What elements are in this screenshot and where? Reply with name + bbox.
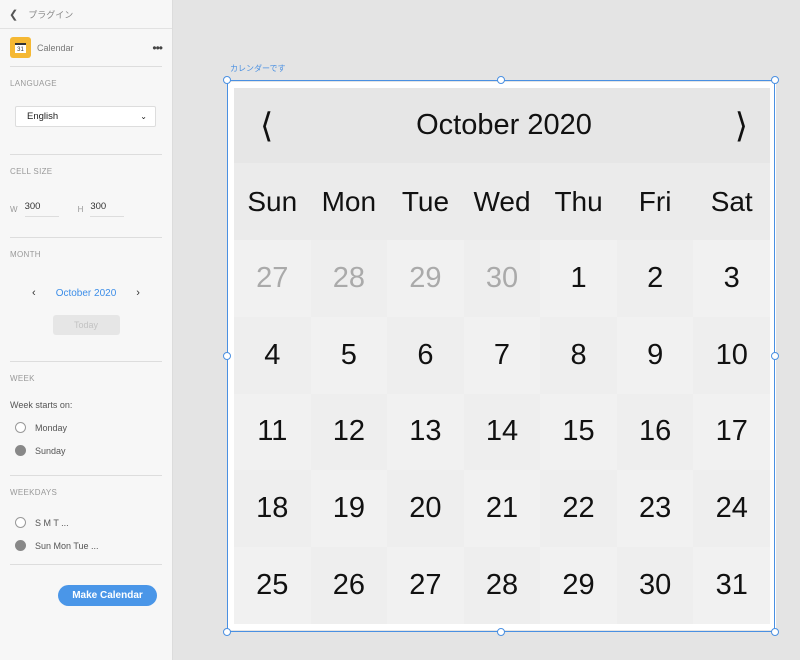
radio-long[interactable]: Sun Mon Tue ... xyxy=(10,540,162,551)
cell-size-section: CELL SIZE W 300 H 300 xyxy=(10,155,162,238)
day-cell: 10 xyxy=(693,316,770,394)
weekday-label: Fri xyxy=(638,185,672,217)
width-input[interactable]: 300 xyxy=(24,201,59,217)
chevron-left-icon: ⟨ xyxy=(260,106,274,145)
plugin-name: Calendar xyxy=(37,42,74,53)
radio-icon xyxy=(15,422,26,433)
radio-label: S M T ... xyxy=(35,517,69,528)
day-cell: 9 xyxy=(616,316,694,394)
radio-selected-icon xyxy=(15,445,26,456)
month-value: October 2020 xyxy=(55,287,117,299)
day-cell: 8 xyxy=(540,316,617,394)
day-cell: 18 xyxy=(234,470,311,548)
back-label[interactable]: プラグイン xyxy=(28,8,73,21)
day-cell: 24 xyxy=(693,470,770,548)
day-cell: 2 xyxy=(616,240,694,317)
day-cell: 11 xyxy=(234,393,311,471)
frame-caption[interactable]: カレンダーです xyxy=(230,63,286,74)
radio-label: Monday xyxy=(35,422,68,433)
radio-short[interactable]: S M T ... xyxy=(10,517,162,528)
back-chevron-icon[interactable]: ❮ xyxy=(9,8,18,21)
weekday-label: Tue xyxy=(401,185,450,217)
calendar-frame[interactable]: ⟨ October 2020 ⟩ Sun Mon Tue Wed Thu Fri Sat 2… xyxy=(228,82,776,630)
weekday-label: Sun xyxy=(247,185,298,217)
chevron-right-icon: ⟩ xyxy=(734,106,748,145)
weekday-row: Sun Mon Tue Wed Thu Fri Sat xyxy=(234,163,770,240)
day-cell: 6 xyxy=(387,316,464,394)
day-cell: 28 xyxy=(463,547,541,624)
radio-monday[interactable]: Monday xyxy=(10,422,162,433)
weekday-label: Mon xyxy=(321,185,377,217)
make-calendar-button[interactable]: Make Calendar xyxy=(58,585,157,606)
day-cell: 20 xyxy=(387,470,464,548)
height-label: H xyxy=(77,204,84,214)
calendar-icon-text: 31 xyxy=(15,43,26,53)
today-button[interactable]: Today xyxy=(52,315,120,335)
radio-selected-icon xyxy=(15,540,26,551)
language-title: LANGUAGE xyxy=(10,79,57,88)
weekday-label: Thu xyxy=(554,185,603,217)
day-cell: 1 xyxy=(540,240,617,317)
day-cell: 16 xyxy=(616,393,694,471)
day-cell: 4 xyxy=(234,316,311,394)
day-cell: 15 xyxy=(540,393,617,471)
weekdays-title: WEEKDAYS xyxy=(10,488,58,497)
day-cell-outside: 30 xyxy=(463,240,541,317)
week-section: WEEK Week starts on: Monday Sunday xyxy=(10,362,162,476)
calendar-header: ⟨ October 2020 ⟩ xyxy=(234,88,770,163)
day-cell: 22 xyxy=(540,470,617,548)
weekday-label: Sat xyxy=(710,185,753,217)
calendar-app-icon: 31 xyxy=(10,37,31,58)
day-cell: 23 xyxy=(616,470,694,548)
panel-header: ❮ プラグイン xyxy=(0,0,172,29)
language-value: English xyxy=(27,111,59,122)
day-cell: 21 xyxy=(463,470,541,548)
day-cell: 25 xyxy=(234,547,311,624)
plugin-row: 31 Calendar ••• xyxy=(10,29,163,67)
weekdays-section: WEEKDAYS S M T ... Sun Mon Tue ... xyxy=(10,476,162,565)
day-cell: 30 xyxy=(616,547,694,624)
day-cell-outside: 28 xyxy=(310,240,388,317)
height-input[interactable]: 300 xyxy=(90,201,125,217)
week-starts-label: Week starts on: xyxy=(10,400,73,410)
radio-label: Sunday xyxy=(35,445,66,456)
radio-label: Sun Mon Tue ... xyxy=(35,540,99,551)
cell-size-title: CELL SIZE xyxy=(10,167,53,176)
language-section: LANGUAGE English ⌄ xyxy=(10,67,162,155)
day-cell: 31 xyxy=(693,547,770,624)
month-title: MONTH xyxy=(10,250,41,259)
day-cell: 26 xyxy=(310,547,388,624)
day-cell: 14 xyxy=(463,393,541,471)
day-cell: 12 xyxy=(310,393,388,471)
radio-icon xyxy=(15,517,26,528)
day-cell: 29 xyxy=(540,547,617,624)
week-title: WEEK xyxy=(10,374,35,383)
day-cell: 27 xyxy=(387,547,464,624)
month-section: MONTH ‹ October 2020 › Today xyxy=(10,238,162,362)
day-cell: 3 xyxy=(693,240,770,317)
day-cell: 13 xyxy=(387,393,464,471)
calendar: ⟨ October 2020 ⟩ Sun Mon Tue Wed Thu Fri Sat 2… xyxy=(234,88,770,624)
day-cell: 17 xyxy=(693,393,770,471)
width-label: W xyxy=(10,204,18,214)
language-select[interactable]: English ⌄ xyxy=(15,106,156,127)
day-cell-outside: 27 xyxy=(234,240,311,317)
plugin-panel: ❮ プラグイン 31 Calendar ••• LANGUAGE English… xyxy=(0,0,173,660)
prev-month-icon[interactable]: ‹ xyxy=(32,287,36,299)
more-options-icon[interactable]: ••• xyxy=(152,41,163,55)
weekday-label: Wed xyxy=(473,185,531,217)
radio-sunday[interactable]: Sunday xyxy=(10,445,162,456)
next-month-icon[interactable]: › xyxy=(136,287,140,299)
day-grid: 27 28 29 30 1 2 3 4 5 6 7 8 9 10 11 12 13 14 15 16 17 18 19 20 2… xyxy=(234,240,770,624)
chevron-down-icon: ⌄ xyxy=(140,112,147,121)
day-cell: 19 xyxy=(310,470,388,548)
day-cell-outside: 29 xyxy=(387,240,464,317)
day-cell: 7 xyxy=(463,316,541,394)
day-cell: 5 xyxy=(310,316,388,394)
calendar-title: October 2020 xyxy=(416,109,592,141)
